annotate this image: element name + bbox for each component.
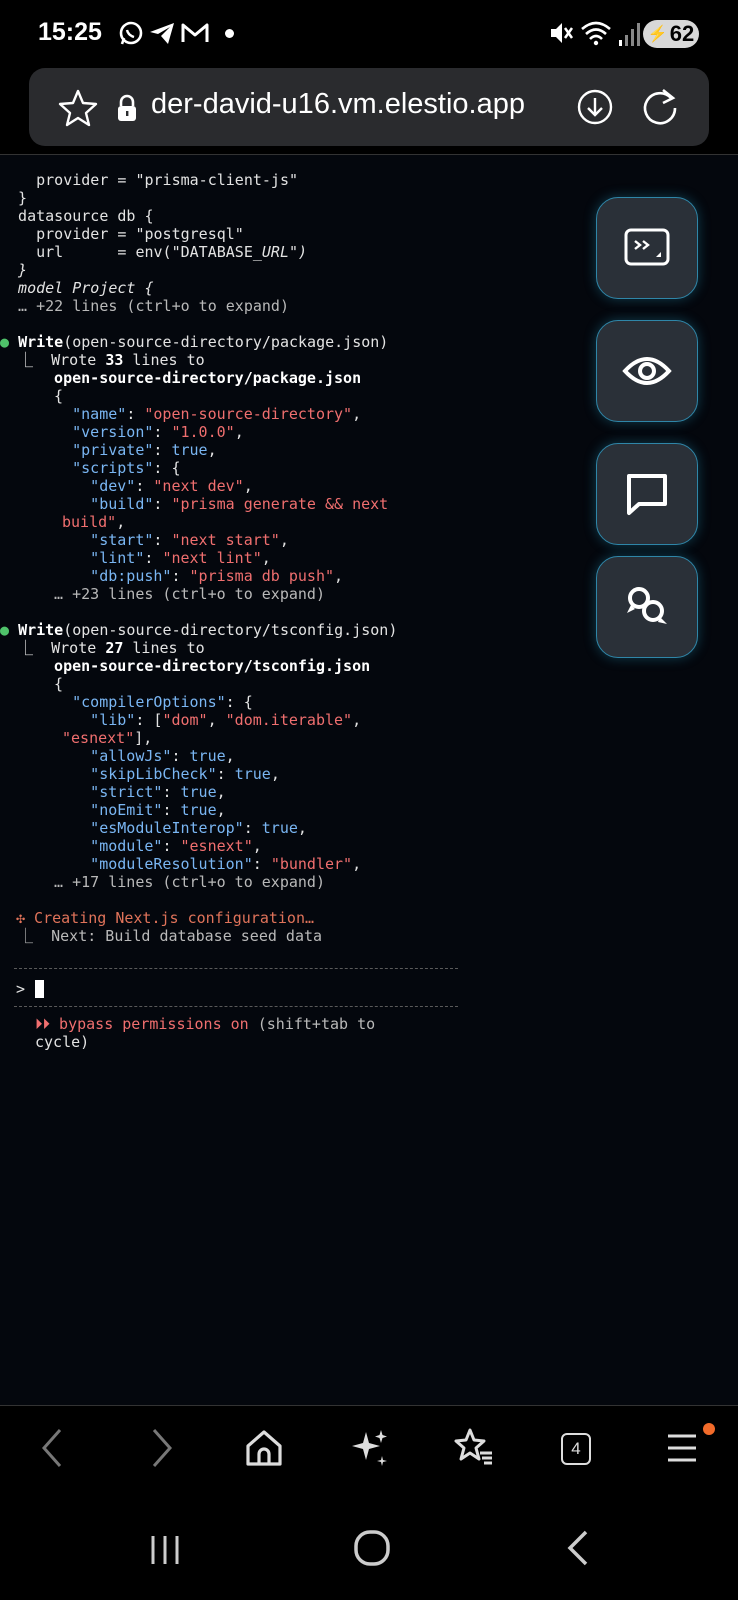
code-line: "module": "esnext", <box>36 837 262 855</box>
clock: 15:25 <box>38 18 102 46</box>
url-text[interactable]: der-david-u16.vm.elestio.app <box>151 88 525 121</box>
code-line: "strict": true, <box>36 783 226 801</box>
terminal-line: provider = "postgresql" <box>0 225 244 243</box>
code-line: "lib": ["dom", "dom.iterable", <box>36 711 362 729</box>
people-chat-icon <box>627 587 667 624</box>
code-line: "start": "next start", <box>36 531 289 549</box>
terminal-line: provider = "prisma-client-js" <box>0 171 299 189</box>
code-line: "dev": "next dev", <box>36 477 253 495</box>
code-line: "build": "prisma generate && next <box>36 495 389 513</box>
more-notifications-dot <box>225 29 234 38</box>
terminal-line: } <box>0 189 28 207</box>
recent-apps-icon[interactable] <box>145 1530 185 1570</box>
gmail-icon <box>181 23 209 42</box>
browser-header: der-david-u16.vm.elestio.app <box>0 66 738 155</box>
code-line: "esnext"], <box>62 729 153 747</box>
eye-icon <box>622 357 672 385</box>
text-cursor[interactable] <box>35 980 44 998</box>
telegram-icon <box>150 23 174 44</box>
signal-icon <box>619 23 640 46</box>
code-line: { <box>36 387 64 405</box>
home-circle-icon[interactable] <box>352 1528 392 1568</box>
terminal-line: } <box>0 261 28 279</box>
battery-level: 62 <box>669 21 695 46</box>
bypass-icon: ⏵⏵ <box>35 1015 51 1033</box>
charging-icon: ⚡ <box>647 26 668 43</box>
download-icon[interactable] <box>576 88 614 126</box>
code-line: { <box>36 675 64 693</box>
code-line: "private": true, <box>36 441 217 459</box>
battery-indicator: ⚡ 62 <box>643 20 699 48</box>
lock-icon <box>118 94 136 121</box>
status-line: ✣ Creating Next.js configuration… <box>16 909 315 927</box>
code-line: "noEmit": true, <box>36 801 226 819</box>
code-line: "version": "1.0.0", <box>36 423 244 441</box>
collaboration-button[interactable] <box>596 556 698 658</box>
code-line: "allowJs": true, <box>36 747 235 765</box>
mute-icon <box>551 23 574 43</box>
write-result-line: ⎿ Wrote 27 lines to <box>0 639 205 657</box>
expand-hint[interactable]: … +23 lines (ctrl+o to expand) <box>36 585 325 603</box>
code-line: "scripts": { <box>36 459 181 477</box>
spinner-icon: ✣ <box>16 909 26 927</box>
next-task-line: ⎿ Next: Build database seed data <box>0 927 323 945</box>
ai-sparkle-icon[interactable] <box>348 1426 392 1470</box>
tab-count: 4 <box>571 1439 581 1458</box>
menu-notification-dot <box>703 1423 715 1435</box>
write-command-line: ● Write(open-source-directory/tsconfig.j… <box>0 621 398 639</box>
bookmarks-icon[interactable] <box>452 1426 496 1470</box>
preview-button[interactable] <box>596 320 698 422</box>
forward-arrow-icon[interactable] <box>138 1426 182 1470</box>
write-file-line: open-source-directory/package.json <box>36 369 362 387</box>
code-line: "skipLibCheck": true, <box>36 765 280 783</box>
permissions-line: ⏵⏵ bypass permissions on (shift+tab to <box>35 1015 376 1033</box>
code-line: "db:push": "prisma db push", <box>36 567 344 585</box>
star-icon[interactable] <box>58 88 98 128</box>
terminal-line: model Project { <box>0 279 154 297</box>
code-line: "name": "open-source-directory", <box>36 405 362 423</box>
tabs-button[interactable]: 4 <box>561 1433 591 1465</box>
prompt-divider-top <box>14 968 458 969</box>
status-bar: 15:25 ⚡ 62 <box>0 0 738 66</box>
chat-icon <box>627 474 667 515</box>
wifi-icon <box>581 21 611 46</box>
write-command-line: ● Write(open-source-directory/package.js… <box>0 333 389 351</box>
write-file-line: open-source-directory/tsconfig.json <box>36 657 371 675</box>
back-arrow-icon[interactable] <box>32 1426 76 1470</box>
chat-button[interactable] <box>596 443 698 545</box>
browser-toolbar <box>0 1405 738 1491</box>
terminal-button[interactable] <box>596 197 698 299</box>
terminal-line: url = env("DATABASE_URL") <box>0 243 308 261</box>
menu-icon[interactable] <box>660 1426 704 1470</box>
code-line: "esModuleInterop": true, <box>36 819 307 837</box>
code-line: "moduleResolution": "bundler", <box>36 855 362 873</box>
address-bar[interactable]: der-david-u16.vm.elestio.app <box>29 68 709 146</box>
prompt-symbol: > <box>16 980 26 998</box>
code-line: "lint": "next lint", <box>36 549 271 567</box>
reload-icon[interactable] <box>639 86 681 128</box>
terminal-icon <box>624 228 670 266</box>
code-line: "compilerOptions": { <box>36 693 253 711</box>
whatsapp-icon <box>119 21 143 45</box>
terminal-line: … +22 lines (ctrl+o to expand) <box>0 297 289 315</box>
system-nav-bar <box>0 1490 738 1600</box>
permissions-line: cycle) <box>35 1033 90 1051</box>
code-line: build", <box>62 513 126 531</box>
prompt-divider-bottom <box>14 1006 458 1007</box>
home-icon[interactable] <box>242 1426 286 1470</box>
write-result-line: ⎿ Wrote 33 lines to <box>0 351 205 369</box>
expand-hint[interactable]: … +17 lines (ctrl+o to expand) <box>36 873 325 891</box>
system-back-icon[interactable] <box>560 1528 600 1568</box>
terminal-line: datasource db { <box>0 207 154 225</box>
